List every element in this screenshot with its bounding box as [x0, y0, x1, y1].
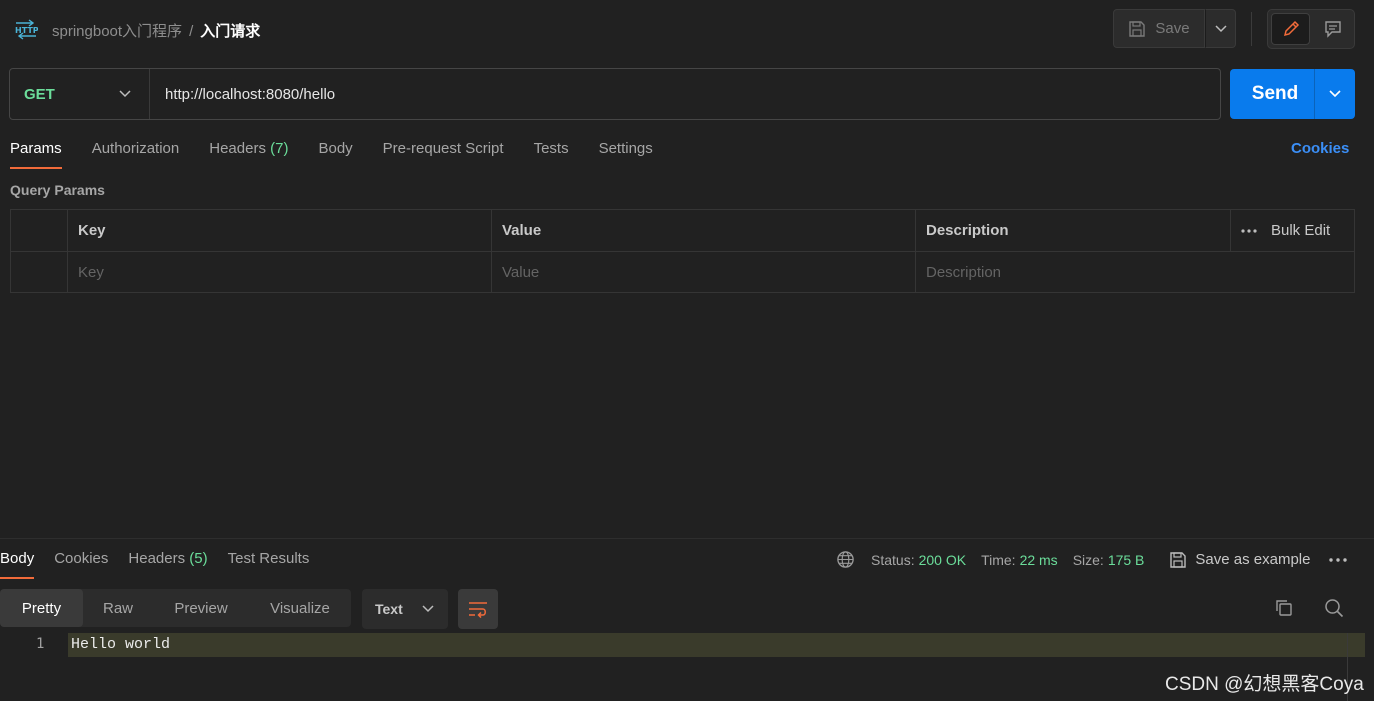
view-mode-toggle [1267, 9, 1355, 49]
documentation-mode-button[interactable] [1314, 13, 1351, 45]
url-input[interactable]: http://localhost:8080/hello [150, 86, 335, 103]
chevron-down-icon [119, 90, 131, 98]
floppy-disk-icon [1170, 551, 1187, 568]
copy-icon[interactable] [1274, 598, 1294, 622]
watermark: CSDN @幻想黑客Coya [1165, 674, 1364, 695]
svg-text:HTTP: HTTP [15, 26, 38, 35]
response-view-modes: Pretty Raw Preview Visualize [0, 589, 351, 627]
save-button[interactable]: Save [1113, 9, 1205, 48]
response-tab-cookies[interactable]: Cookies [54, 550, 108, 567]
tab-pre-request-script[interactable]: Pre-request Script [383, 140, 504, 170]
column-key: Key [68, 210, 492, 251]
response-tab-headers[interactable]: Headers (5) [128, 550, 207, 567]
format-label: Text [375, 601, 403, 617]
status-value[interactable]: 200 OK [919, 552, 966, 568]
http-request-icon: HTTP [14, 18, 39, 40]
time-label: Time: [981, 551, 1016, 568]
key-input[interactable]: Key [68, 252, 492, 293]
view-pretty-button[interactable]: Pretty [0, 589, 83, 627]
wrap-lines-icon [469, 602, 487, 618]
cookies-link[interactable]: Cookies [1291, 140, 1349, 157]
time-value[interactable]: 22 ms [1020, 552, 1058, 568]
save-as-example-button[interactable]: Save as example [1169, 551, 1310, 569]
status-label: Status: [871, 551, 915, 568]
wrap-lines-button[interactable] [458, 589, 498, 629]
view-preview-button[interactable]: Preview [153, 589, 249, 627]
more-options-icon[interactable] [1241, 228, 1257, 233]
header-divider [1251, 12, 1252, 46]
breadcrumb-separator: / [189, 23, 194, 40]
response-status-bar: Status: 200 OK Time: 22 ms Size: 175 B S… [836, 550, 1348, 569]
breadcrumb-collection[interactable]: springboot入门程序 [52, 23, 182, 40]
response-tabs: Body Cookies Headers (5) Test Results [0, 550, 329, 579]
view-raw-button[interactable]: Raw [83, 589, 153, 627]
response-tab-test-results[interactable]: Test Results [228, 550, 310, 567]
save-dropdown-button[interactable] [1205, 9, 1236, 48]
send-dropdown-button[interactable] [1314, 69, 1355, 119]
globe-icon[interactable] [836, 550, 855, 569]
response-tab-body[interactable]: Body [0, 550, 35, 579]
table-actions: Bulk Edit [1231, 210, 1355, 251]
line-highlight [68, 633, 1365, 657]
bulk-edit-button[interactable]: Bulk Edit [1271, 222, 1330, 239]
tab-headers[interactable]: Headers (7) [209, 140, 288, 170]
breadcrumb-request-name[interactable]: 入门请求 [200, 23, 260, 40]
table-checkbox-header [11, 210, 68, 251]
floppy-disk-icon [1129, 20, 1146, 37]
line-number: 1 [36, 636, 45, 652]
table-header-row: Key Value Description Bulk Edit [11, 210, 1354, 252]
method-select[interactable]: GET [10, 69, 150, 119]
pencil-icon [1283, 20, 1299, 37]
response-tab-headers-label: Headers [128, 550, 186, 567]
format-select[interactable]: Text [362, 589, 448, 629]
column-description: Description [916, 210, 1231, 251]
breadcrumb: springboot入门程序 / 入门请求 [52, 20, 260, 41]
chevron-down-icon [1329, 90, 1341, 98]
response-line: 1 Hello world [0, 633, 1365, 657]
send-button-group: Send [1230, 69, 1355, 119]
edit-mode-button[interactable] [1271, 13, 1310, 45]
search-icon[interactable] [1324, 598, 1344, 622]
tab-settings[interactable]: Settings [599, 140, 653, 170]
more-options-icon[interactable] [1329, 557, 1348, 562]
request-url-bar: GET http://localhost:8080/hello [9, 68, 1221, 120]
save-label: Save [1155, 20, 1190, 37]
tab-headers-label: Headers [209, 140, 266, 157]
comment-icon [1324, 21, 1341, 38]
response-text[interactable]: Hello world [71, 636, 170, 653]
description-input[interactable]: Description [916, 252, 1231, 293]
chevron-down-icon [422, 605, 434, 613]
response-tab-headers-count: (5) [189, 550, 208, 567]
save-as-example-label: Save as example [1195, 551, 1311, 568]
response-divider[interactable] [0, 538, 1374, 539]
method-label: GET [24, 85, 55, 103]
column-value: Value [492, 210, 916, 251]
size-label: Size: [1072, 551, 1104, 568]
row-checkbox-cell [11, 252, 68, 293]
send-button[interactable]: Send [1230, 69, 1314, 119]
tab-authorization[interactable]: Authorization [92, 140, 180, 170]
table-row: Key Value Description [11, 252, 1354, 294]
tab-headers-count: (7) [270, 140, 289, 157]
view-visualize-button[interactable]: Visualize [249, 589, 351, 627]
query-params-title: Query Params [10, 182, 105, 198]
size-value[interactable]: 175 B [1108, 552, 1145, 568]
save-button-group: Save [1113, 9, 1236, 48]
request-tabs: Params Authorization Headers (7) Body Pr… [10, 140, 683, 170]
tab-params[interactable]: Params [10, 140, 62, 170]
tab-tests[interactable]: Tests [534, 140, 569, 170]
query-params-table: Key Value Description Bulk Edit Key Valu… [10, 209, 1355, 293]
chevron-down-icon [1214, 24, 1227, 32]
value-input[interactable]: Value [492, 252, 916, 293]
tab-body[interactable]: Body [318, 140, 352, 170]
